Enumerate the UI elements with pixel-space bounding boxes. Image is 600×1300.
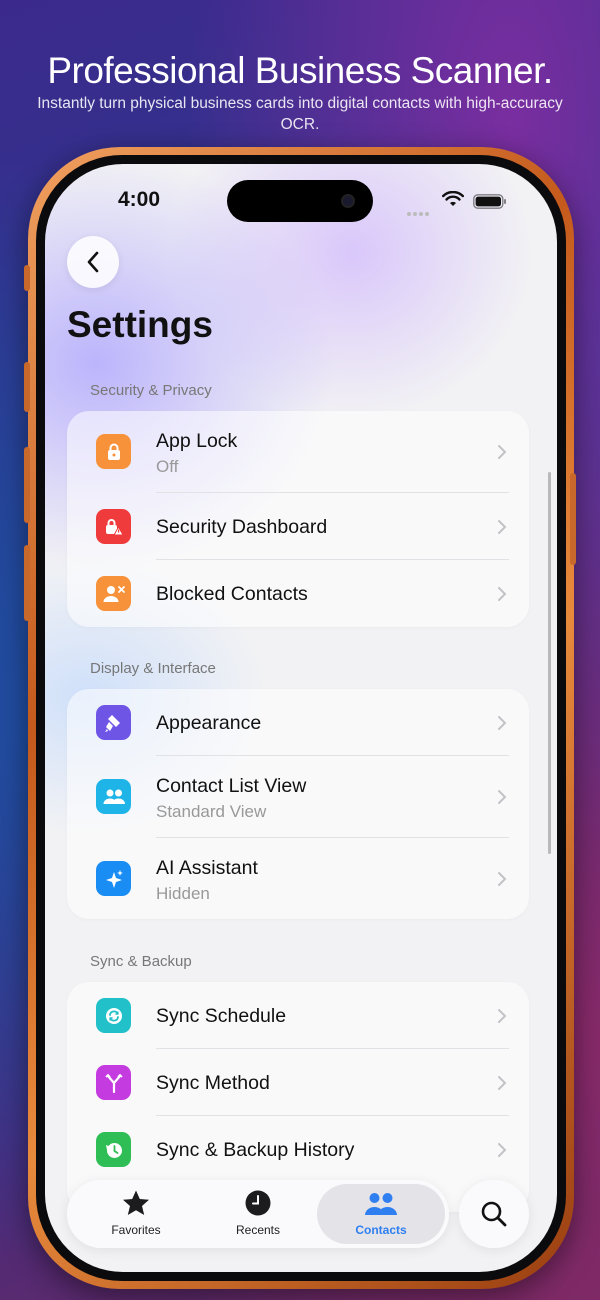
group-display: Appearance Contact List View Standard Vi… <box>67 689 529 919</box>
volume-up-button <box>24 362 30 412</box>
tab-label: Favorites <box>111 1223 161 1237</box>
promo-headline: Professional Business Scanner. <box>47 50 553 91</box>
row-appearance[interactable]: Appearance <box>67 689 529 756</box>
search-button[interactable] <box>459 1180 529 1248</box>
security-alert-icon <box>96 509 131 544</box>
row-sublabel: Hidden <box>156 884 210 903</box>
row-ai-assistant[interactable]: AI Assistant Hidden <box>67 838 529 919</box>
chevron-right-icon <box>498 1076 507 1090</box>
sync-icon <box>96 998 131 1033</box>
row-blocked-contacts[interactable]: Blocked Contacts <box>67 560 529 627</box>
sparkles-icon <box>96 861 131 896</box>
chevron-right-icon <box>498 520 507 534</box>
row-label: Sync Method <box>156 1072 270 1094</box>
blocked-contact-icon <box>96 576 131 611</box>
contacts-icon <box>365 1193 397 1215</box>
page-title: Settings <box>67 304 213 345</box>
lock-icon <box>96 434 131 469</box>
action-button <box>24 265 30 291</box>
section-label-sync: Sync & Backup <box>90 953 192 970</box>
chevron-right-icon <box>498 1143 507 1157</box>
section-label-security: Security & Privacy <box>90 382 212 399</box>
row-sync-backup-history[interactable]: Sync & Backup History <box>67 1116 529 1183</box>
row-label: App Lock <box>156 430 238 452</box>
phone-screen: 4:00 Settings Security & Privacy App Loc… <box>45 164 557 1272</box>
tab-bar: Favorites Recents Contacts <box>67 1180 449 1248</box>
promo-subline: Instantly turn physical business cards i… <box>37 95 563 133</box>
tab-label: Recents <box>235 1223 281 1237</box>
row-label: Sync Schedule <box>156 1005 287 1027</box>
status-time: 4:00 <box>118 188 161 211</box>
battery-icon <box>473 194 506 209</box>
scrollbar[interactable] <box>548 472 551 854</box>
section-label-display: Display & Interface <box>90 660 216 677</box>
tab-favorites[interactable]: Favorites <box>75 1180 197 1248</box>
signal-icon <box>407 203 433 216</box>
row-security-dashboard[interactable]: Security Dashboard <box>67 493 529 560</box>
row-sublabel: Off <box>156 457 179 476</box>
camera-icon <box>341 194 355 208</box>
group-security: App Lock Off Security Dashboard Blocked … <box>67 411 529 627</box>
volume-extra-button <box>24 545 30 621</box>
row-label: AI Assistant <box>156 857 258 879</box>
back-button[interactable] <box>67 236 119 288</box>
people-icon <box>96 779 131 814</box>
chevron-right-icon <box>498 587 507 601</box>
volume-down-button <box>24 447 30 523</box>
clock-icon <box>245 1190 271 1216</box>
wifi-icon <box>442 191 464 206</box>
star-icon <box>123 1190 149 1215</box>
search-icon <box>481 1201 507 1227</box>
paintbrush-icon <box>96 705 131 740</box>
row-sublabel: Standard View <box>156 802 267 821</box>
row-label: Contact List View <box>156 775 307 797</box>
dynamic-island <box>227 180 373 222</box>
chevron-right-icon <box>498 716 507 730</box>
row-app-lock[interactable]: App Lock Off <box>67 411 529 493</box>
row-label: Security Dashboard <box>156 516 328 538</box>
group-sync: Sync Schedule Sync Method Sync & Backup … <box>67 982 529 1212</box>
tab-label: Contacts <box>355 1223 407 1237</box>
tab-recents[interactable]: Recents <box>197 1180 319 1248</box>
row-label: Appearance <box>156 712 262 734</box>
row-label: Blocked Contacts <box>156 583 308 605</box>
row-contact-list-view[interactable]: Contact List View Standard View <box>67 756 529 838</box>
chevron-right-icon <box>498 1009 507 1023</box>
chevron-right-icon <box>498 790 507 804</box>
tab-contacts[interactable]: Contacts <box>317 1184 445 1244</box>
chevron-right-icon <box>498 872 507 886</box>
row-sync-schedule[interactable]: Sync Schedule <box>67 982 529 1049</box>
history-icon <box>96 1132 131 1167</box>
row-sync-method[interactable]: Sync Method <box>67 1049 529 1116</box>
chevron-right-icon <box>498 445 507 459</box>
chevron-left-icon <box>87 251 99 273</box>
row-label: Sync & Backup History <box>156 1139 355 1161</box>
merge-icon <box>96 1065 131 1100</box>
power-button <box>570 473 576 565</box>
